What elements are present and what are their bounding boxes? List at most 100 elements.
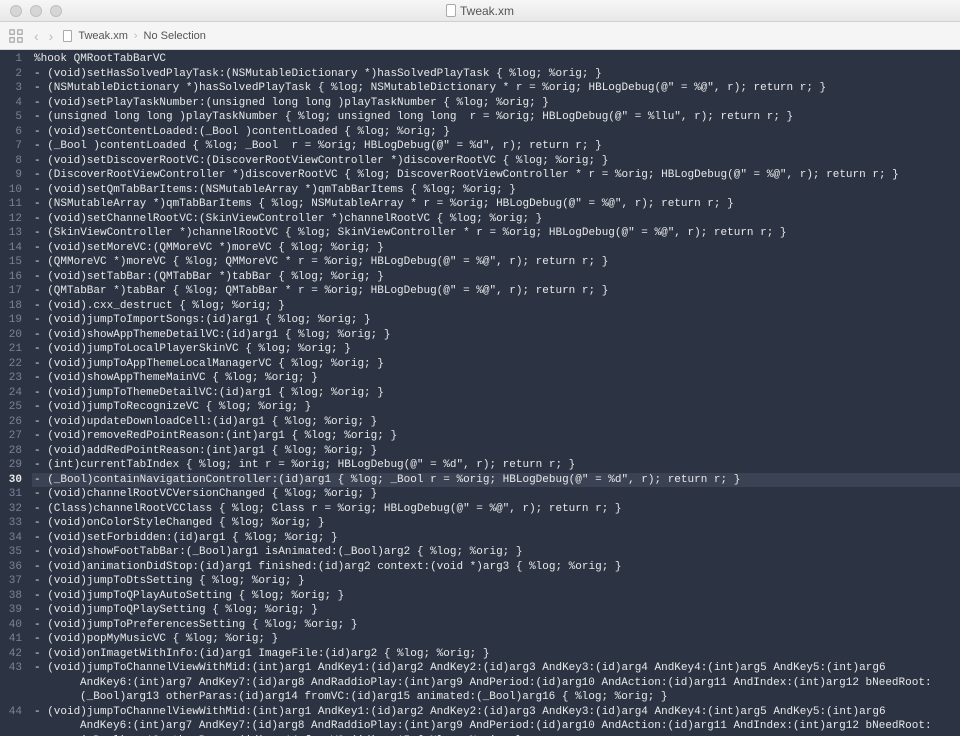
code-line[interactable]: - (_Bool )contentLoaded { %log; _Bool r … <box>32 139 960 154</box>
line-number: 8 <box>4 154 22 169</box>
code-line-wrap[interactable]: AndKey6:(int)arg7 AndKey7:(id)arg8 AndRa… <box>32 719 960 734</box>
line-number: 5 <box>4 110 22 125</box>
code-line[interactable]: - (DiscoverRootViewController *)discover… <box>32 168 960 183</box>
breadcrumb-file[interactable]: Tweak.xm <box>78 30 128 42</box>
breadcrumb-separator: › <box>134 30 138 42</box>
line-number: 9 <box>4 168 22 183</box>
code-editor[interactable]: 1234567891011121314151617181920212223242… <box>0 50 960 736</box>
line-number: 13 <box>4 226 22 241</box>
code-line-wrap[interactable]: (_Bool)arg13 otherParas:(id)arg14 fromVC… <box>32 690 960 705</box>
line-number: 41 <box>4 632 22 647</box>
code-line[interactable]: - (void)updateDownloadCell:(id)arg1 { %l… <box>32 415 960 430</box>
line-number: 19 <box>4 313 22 328</box>
line-number: 22 <box>4 357 22 372</box>
code-line[interactable]: - (void).cxx_destruct { %log; %orig; } <box>32 299 960 314</box>
code-line[interactable]: - (void)showAppThemeMainVC { %log; %orig… <box>32 371 960 386</box>
line-number: 33 <box>4 516 22 531</box>
line-number: 30 <box>4 473 22 488</box>
line-number: 20 <box>4 328 22 343</box>
nav-back-button[interactable]: ‹ <box>34 28 39 44</box>
code-line[interactable]: - (void)setDiscoverRootVC:(DiscoverRootV… <box>32 154 960 169</box>
code-line[interactable]: - (void)removeRedPointReason:(int)arg1 {… <box>32 429 960 444</box>
line-number: 26 <box>4 415 22 430</box>
line-number: 43 <box>4 661 22 676</box>
line-number: 27 <box>4 429 22 444</box>
line-number: 32 <box>4 502 22 517</box>
line-number: 40 <box>4 618 22 633</box>
code-line[interactable]: - (Class)channelRootVCClass { %log; Clas… <box>32 502 960 517</box>
window-title-text: Tweak.xm <box>460 4 514 18</box>
code-line[interactable]: - (QMTabBar *)tabBar { %log; QMTabBar * … <box>32 284 960 299</box>
line-number: 15 <box>4 255 22 270</box>
code-line[interactable]: - (unsigned long long )playTaskNumber { … <box>32 110 960 125</box>
code-line[interactable]: - (void)onColorStyleChanged { %log; %ori… <box>32 516 960 531</box>
code-line[interactable]: - (int)currentTabIndex { %log; int r = %… <box>32 458 960 473</box>
minimize-window-button[interactable] <box>30 5 42 17</box>
code-line[interactable]: %hook QMRootTabBarVC <box>32 52 960 67</box>
code-line[interactable]: - (void)jumpToImportSongs:(id)arg1 { %lo… <box>32 313 960 328</box>
line-number: 18 <box>4 299 22 314</box>
line-number: 6 <box>4 125 22 140</box>
line-number: 7 <box>4 139 22 154</box>
line-number: 1 <box>4 52 22 67</box>
code-line[interactable]: - (SkinViewController *)channelRootVC { … <box>32 226 960 241</box>
document-icon <box>63 30 72 42</box>
window-title: Tweak.xm <box>0 4 960 18</box>
code-line[interactable]: - (void)showFootTabBar:(_Bool)arg1 isAni… <box>32 545 960 560</box>
code-line[interactable]: - (void)setTabBar:(QMTabBar *)tabBar { %… <box>32 270 960 285</box>
breadcrumb-selection[interactable]: No Selection <box>144 30 206 42</box>
code-line[interactable]: - (void)addRedPointReason:(int)arg1 { %l… <box>32 444 960 459</box>
code-line[interactable]: - (void)jumpToPreferencesSetting { %log;… <box>32 618 960 633</box>
line-number: 44 <box>4 705 22 720</box>
code-line[interactable]: - (void)jumpToQPlayAutoSetting { %log; %… <box>32 589 960 604</box>
line-number: 11 <box>4 197 22 212</box>
code-line[interactable]: - (void)jumpToChannelViewWithMid:(int)ar… <box>32 705 960 720</box>
line-number: 2 <box>4 67 22 82</box>
code-line[interactable]: - (void)setQmTabBarItems:(NSMutableArray… <box>32 183 960 198</box>
code-line[interactable]: - (void)jumpToQPlaySetting { %log; %orig… <box>32 603 960 618</box>
breadcrumb[interactable]: Tweak.xm › No Selection <box>63 30 206 42</box>
code-line[interactable]: - (void)showAppThemeDetailVC:(id)arg1 { … <box>32 328 960 343</box>
code-line-wrap[interactable]: AndKey6:(int)arg7 AndKey7:(id)arg8 AndRa… <box>32 676 960 691</box>
code-line[interactable]: - (void)jumpToLocalPlayerSkinVC { %log; … <box>32 342 960 357</box>
code-line[interactable]: - (void)jumpToChannelViewWithMid:(int)ar… <box>32 661 960 676</box>
line-number: 23 <box>4 371 22 386</box>
code-line[interactable]: - (void)setContentLoaded:(_Bool )content… <box>32 125 960 140</box>
code-line[interactable]: - (void)onImagetWithInfo:(id)arg1 ImageF… <box>32 647 960 662</box>
line-number: 21 <box>4 342 22 357</box>
code-line[interactable]: - (void)setHasSolvedPlayTask:(NSMutableD… <box>32 67 960 82</box>
line-number-gutter: 1234567891011121314151617181920212223242… <box>0 50 28 736</box>
line-number: 31 <box>4 487 22 502</box>
document-icon <box>446 4 456 17</box>
line-number: 25 <box>4 400 22 415</box>
code-line[interactable]: - (void)jumpToAppThemeLocalManagerVC { %… <box>32 357 960 372</box>
line-number: 3 <box>4 81 22 96</box>
code-line[interactable]: - (void)jumpToThemeDetailVC:(id)arg1 { %… <box>32 386 960 401</box>
code-line[interactable]: - (void)popMyMusicVC { %log; %orig; } <box>32 632 960 647</box>
code-line[interactable]: - (void)channelRootVCVersionChanged { %l… <box>32 487 960 502</box>
line-number: 39 <box>4 603 22 618</box>
code-line[interactable]: - (void)setChannelRootVC:(SkinViewContro… <box>32 212 960 227</box>
nav-forward-button[interactable]: › <box>49 28 54 44</box>
code-line[interactable]: - (void)setMoreVC:(QMMoreVC *)moreVC { %… <box>32 241 960 256</box>
code-line[interactable]: - (void)jumpToRecognizeVC { %log; %orig;… <box>32 400 960 415</box>
line-number: 29 <box>4 458 22 473</box>
zoom-window-button[interactable] <box>50 5 62 17</box>
code-line[interactable]: - (void)animationDidStop:(id)arg1 finish… <box>32 560 960 575</box>
code-line[interactable]: - (void)jumpToDtsSetting { %log; %orig; … <box>32 574 960 589</box>
line-number: 17 <box>4 284 22 299</box>
code-line[interactable]: - (_Bool)containNavigationController:(id… <box>32 473 960 488</box>
toolbar: ‹ › Tweak.xm › No Selection <box>0 22 960 50</box>
code-line[interactable]: - (void)setForbidden:(id)arg1 { %log; %o… <box>32 531 960 546</box>
code-line[interactable]: - (NSMutableDictionary *)hasSolvedPlayTa… <box>32 81 960 96</box>
line-number: 28 <box>4 444 22 459</box>
line-number: 37 <box>4 574 22 589</box>
related-items-icon[interactable] <box>8 28 24 44</box>
line-number: 4 <box>4 96 22 111</box>
close-window-button[interactable] <box>10 5 22 17</box>
line-number: 14 <box>4 241 22 256</box>
code-line[interactable]: - (NSMutableArray *)qmTabBarItems { %log… <box>32 197 960 212</box>
code-line[interactable]: - (QMMoreVC *)moreVC { %log; QMMoreVC * … <box>32 255 960 270</box>
code-line[interactable]: - (void)setPlayTaskNumber:(unsigned long… <box>32 96 960 111</box>
code-area[interactable]: %hook QMRootTabBarVC- (void)setHasSolved… <box>28 50 960 736</box>
